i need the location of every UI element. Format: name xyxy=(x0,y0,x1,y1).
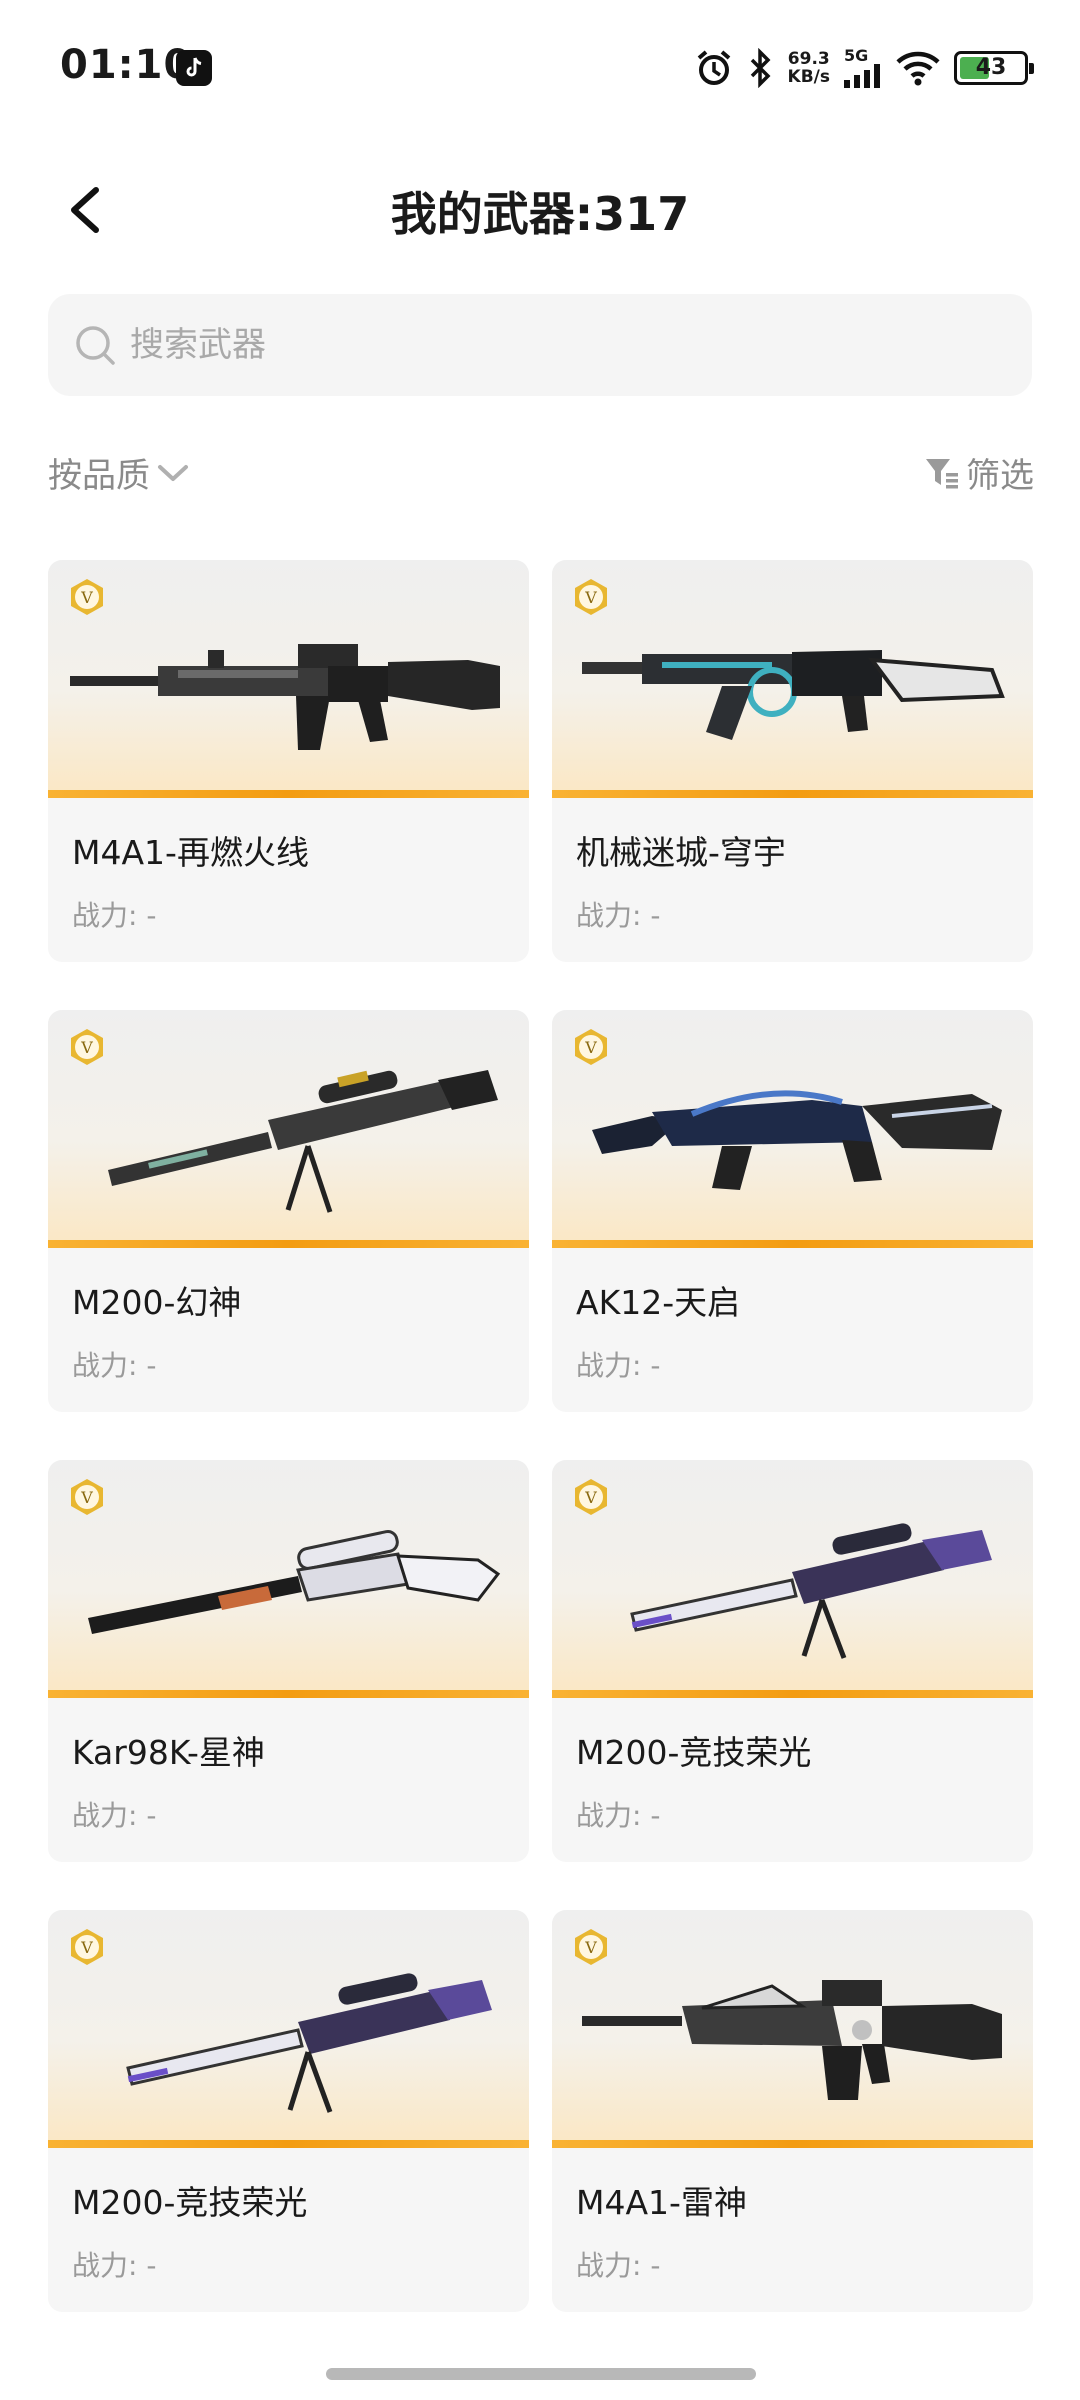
weapon-power: 战力: - xyxy=(72,1349,157,1382)
weapon-name: 机械迷城-穹宇 xyxy=(576,833,786,872)
weapon-image: V xyxy=(48,1010,529,1248)
sort-label: 按品质 xyxy=(48,456,150,496)
weapon-image: V xyxy=(48,1910,529,2148)
weapon-power: 战力: - xyxy=(576,1799,661,1832)
filter-icon xyxy=(926,458,958,488)
weapon-name: M200-幻神 xyxy=(72,1283,242,1322)
signal-icon: 5G xyxy=(844,48,882,88)
weapon-name: AK12-天启 xyxy=(576,1283,741,1322)
battery-level: 43 xyxy=(975,55,1007,80)
search-icon xyxy=(76,326,115,365)
weapon-name: Kar98K-星神 xyxy=(72,1733,265,1772)
weapon-card[interactable]: V 机械迷城-穹宇 战力: - xyxy=(552,560,1033,962)
network-speed-value: 69.3 xyxy=(787,49,830,69)
page-title: 我的武器:317 xyxy=(390,187,690,241)
weapon-name: M200-竞技荣光 xyxy=(72,2183,308,2222)
weapon-card[interactable]: V AK12-天启 战力: - xyxy=(552,1010,1033,1412)
weapon-power: 战力: - xyxy=(72,899,157,932)
signal-type: 5G xyxy=(844,46,869,65)
status-time: 01:10 xyxy=(60,42,193,88)
weapon-image: V xyxy=(552,1010,1033,1248)
weapon-card[interactable]: V M200-竞技荣光 战力: - xyxy=(552,1460,1033,1862)
weapon-image: V xyxy=(48,1460,529,1698)
weapon-card[interactable]: V M4A1-再燃火线 战力: - xyxy=(48,560,529,962)
alarm-icon xyxy=(697,50,730,85)
sniper-rifle-icon xyxy=(88,1529,501,1634)
weapon-power: 战力: - xyxy=(576,899,661,932)
weapon-power: 战力: - xyxy=(72,1799,157,1832)
rifle-icon xyxy=(582,1980,1002,2100)
sniper-rifle-icon xyxy=(108,1070,498,1213)
filter-label: 筛选 xyxy=(966,456,1034,496)
battery-icon: 43 xyxy=(954,51,1034,85)
chevron-down-icon xyxy=(158,464,188,481)
search-input[interactable] xyxy=(130,325,990,365)
weapon-image: V xyxy=(552,1460,1033,1698)
weapon-power: 战力: - xyxy=(72,2249,157,2282)
network-speed: 69.3 KB/s xyxy=(788,50,830,86)
weapon-grid: V M4A1-再燃火线 战力: - V 机械迷城-穹宇 战力: - V M200… xyxy=(48,560,1033,2312)
weapon-name: M4A1-再燃火线 xyxy=(72,833,309,872)
weapon-name: M200-竞技荣光 xyxy=(576,1733,812,1772)
status-bar: 01:10 69.3 KB/s 5G 43 xyxy=(0,0,1080,140)
sort-dropdown[interactable]: 按品质 xyxy=(48,448,190,497)
weapon-card[interactable]: V M200-幻神 战力: - xyxy=(48,1010,529,1412)
weapon-power: 战力: - xyxy=(576,2249,661,2282)
sniper-rifle-icon xyxy=(630,1523,992,1659)
weapon-card[interactable]: V M4A1-雷神 战力: - xyxy=(552,1910,1033,2312)
search-bar[interactable] xyxy=(48,294,1032,396)
bluetooth-icon xyxy=(750,48,771,88)
tiktok-icon xyxy=(176,50,212,86)
weapon-card[interactable]: V Kar98K-星神 战力: - xyxy=(48,1460,529,1862)
weapon-image: V xyxy=(552,1910,1033,2148)
weapon-name: M4A1-雷神 xyxy=(576,2183,747,2222)
sniper-rifle-icon xyxy=(126,1973,492,2113)
rifle-icon xyxy=(70,644,500,750)
rifle-icon xyxy=(592,1090,1002,1190)
weapon-card[interactable]: V M200-竞技荣光 战力: - xyxy=(48,1910,529,2312)
filter-button[interactable]: 筛选 xyxy=(924,448,1034,497)
weapon-power: 战力: - xyxy=(576,1349,661,1382)
status-icons: 69.3 KB/s 5G 43 xyxy=(694,44,1034,92)
weapon-image: V xyxy=(552,560,1033,798)
home-indicator[interactable] xyxy=(326,2368,756,2380)
rifle-icon xyxy=(582,650,1005,740)
weapon-image: V xyxy=(48,560,529,798)
wifi-icon xyxy=(896,51,940,86)
network-speed-unit: KB/s xyxy=(787,67,830,87)
